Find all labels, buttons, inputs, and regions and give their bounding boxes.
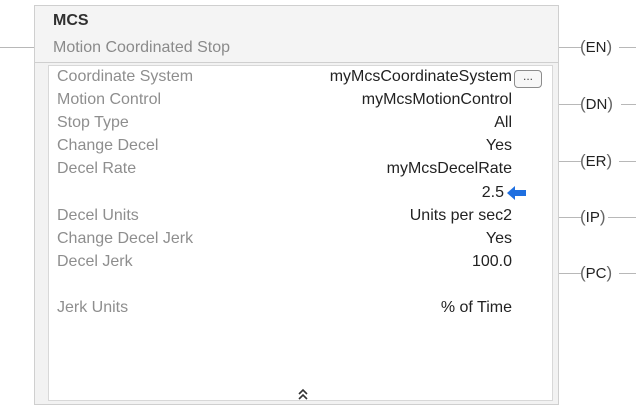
param-value-change-decel-jerk[interactable]: Yes — [486, 230, 512, 248]
param-label-jerk-units: Jerk Units — [57, 299, 129, 316]
param-value-decel-jerk[interactable]: 100.0 — [472, 253, 512, 271]
output-coil-pc[interactable]: (PC) — [580, 264, 612, 283]
rung-line-pc — [559, 273, 581, 274]
param-label-decel-jerk: Decel Jerk — [57, 253, 133, 270]
param-value-decel-units[interactable]: Units per sec2 — [410, 207, 512, 225]
rung-line-ip-right — [608, 217, 636, 218]
param-label-decel-rate: Decel Rate — [57, 160, 137, 177]
coil-label-ip: IP — [585, 209, 600, 226]
param-label-motion-control: Motion Control — [57, 91, 162, 108]
param-label-stop-type: Stop Type — [57, 114, 129, 131]
double-chevron-up-icon[interactable] — [297, 388, 309, 400]
rung-line-ip — [559, 217, 581, 218]
coil-label-er: ER — [585, 153, 607, 170]
rung-line-er — [559, 161, 581, 162]
coil-label-pc: PC — [585, 265, 607, 282]
instruction-description: Motion Coordinated Stop — [53, 39, 230, 56]
param-value-stop-type[interactable]: All — [494, 114, 512, 132]
output-coil-ip[interactable]: (IP) — [580, 208, 606, 227]
rung-line-er-right — [619, 161, 636, 162]
param-label-decel-units: Decel Units — [57, 207, 139, 224]
param-value-change-decel[interactable]: Yes — [486, 137, 512, 155]
output-coil-en[interactable]: (EN) — [580, 38, 612, 57]
output-coil-dn[interactable]: (DN) — [580, 95, 613, 114]
param-label-change-decel-jerk: Change Decel Jerk — [57, 230, 194, 247]
parameter-panel: Coordinate System myMcsCoordinateSystem … — [48, 65, 553, 401]
param-value-coordinate-system[interactable]: myMcsCoordinateSystem — [330, 68, 512, 86]
output-coil-er[interactable]: (ER) — [580, 152, 612, 171]
browse-button[interactable]: ... — [514, 70, 542, 88]
param-label-coordinate-system: Coordinate System — [57, 68, 194, 85]
rung-input-line — [0, 47, 34, 48]
instruction-header: MCS Motion Coordinated Stop — [35, 6, 558, 63]
rung-line-pc-right — [619, 273, 636, 274]
ellipsis-browse-icon: ... — [522, 69, 533, 83]
param-label-change-decel: Change Decel — [57, 137, 159, 154]
param-value-decel-rate[interactable]: myMcsDecelRate — [387, 160, 512, 178]
param-value-decel-rate-live: 2.5 — [481, 184, 504, 201]
instruction-mnemonic: MCS — [53, 12, 89, 29]
left-arrow-icon — [507, 186, 526, 200]
rung-line-dn — [559, 104, 581, 105]
coil-label-dn: DN — [585, 96, 608, 113]
rung-line-en — [559, 47, 581, 48]
rung-line-en-right — [619, 47, 636, 48]
mcs-instruction-block[interactable]: MCS Motion Coordinated Stop Coordinate S… — [34, 5, 559, 405]
param-value-jerk-units[interactable]: % of Time — [441, 299, 512, 317]
rung-line-dn-right — [621, 104, 636, 105]
param-value-motion-control[interactable]: myMcsMotionControl — [362, 91, 512, 109]
coil-label-en: EN — [585, 39, 607, 56]
